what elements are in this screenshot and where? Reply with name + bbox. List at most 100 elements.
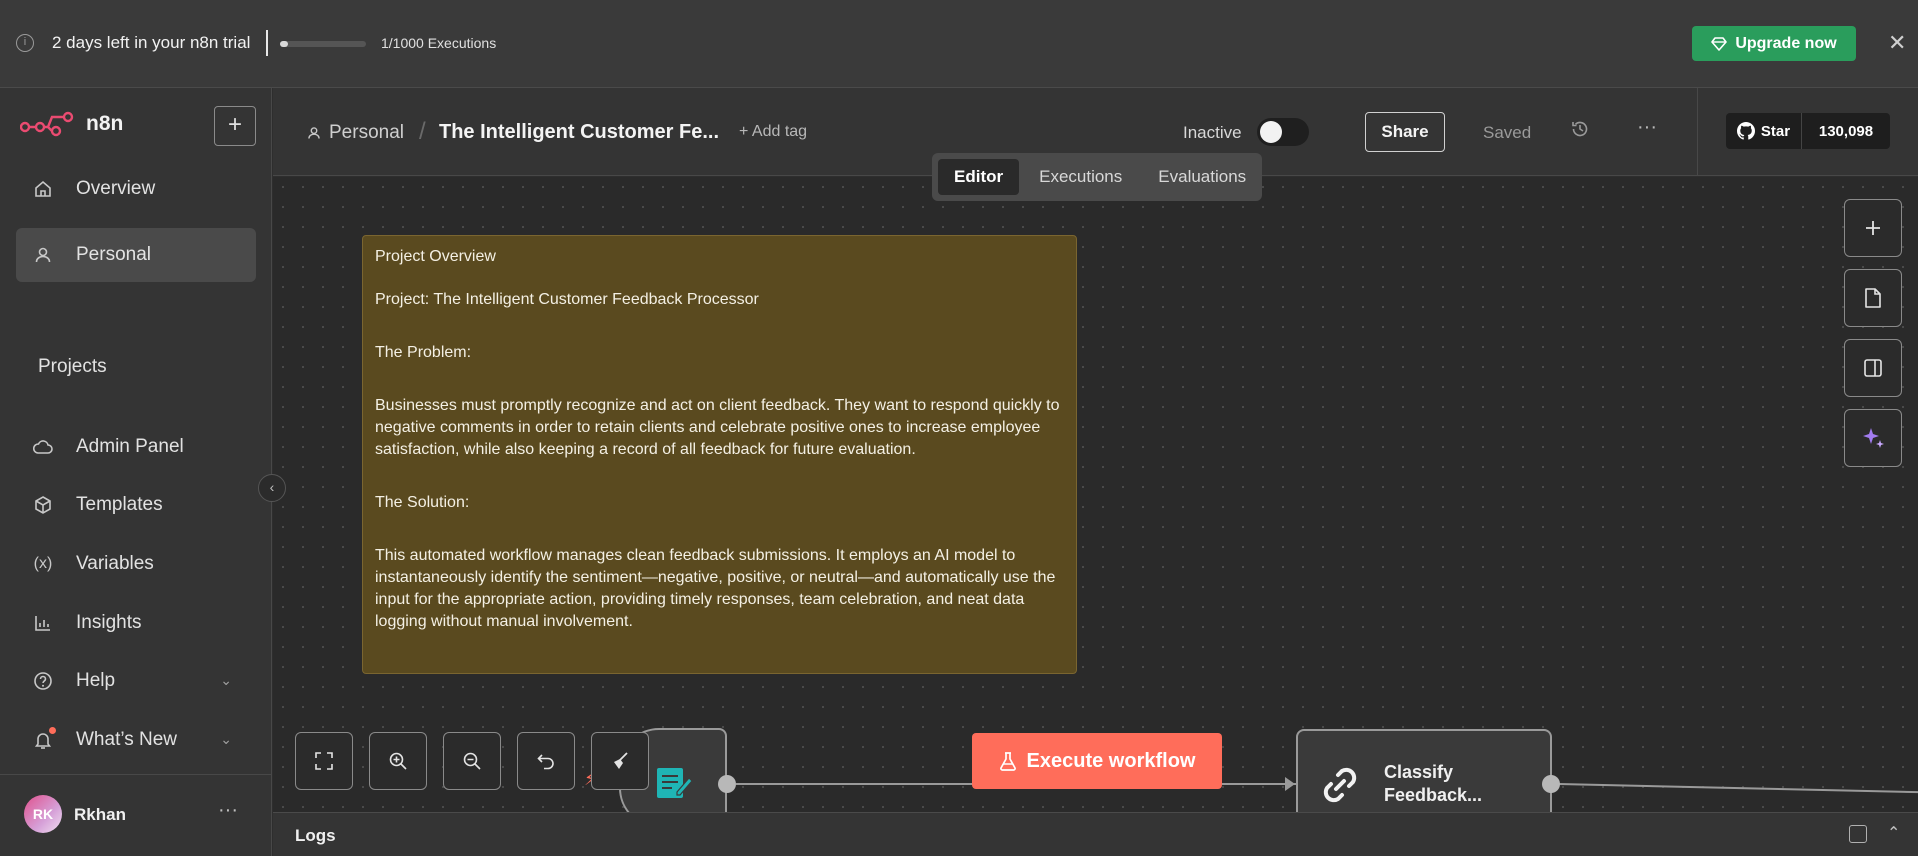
github-icon xyxy=(1736,122,1755,140)
github-star-button[interactable]: Star 130,098 xyxy=(1726,113,1890,149)
fit-view-icon xyxy=(315,752,333,770)
notification-dot xyxy=(49,727,56,734)
sidebar-item-variables[interactable]: (x) Variables xyxy=(16,537,256,591)
chevron-up-icon[interactable]: ⌃ xyxy=(1887,823,1900,843)
user-icon xyxy=(308,127,320,139)
sticky-note[interactable]: Project Overview Project: The Intelligen… xyxy=(362,235,1077,674)
create-new-button[interactable]: + xyxy=(214,106,256,146)
sidebar-item-label: Help xyxy=(76,670,116,691)
tab-editor[interactable]: Editor xyxy=(938,159,1020,195)
tab-evaluations[interactable]: Evaluations xyxy=(1142,159,1262,195)
input-arrow xyxy=(1285,777,1295,791)
more-options-icon[interactable]: ··· xyxy=(1637,116,1657,139)
sidebar-item-label: Overview xyxy=(76,178,156,199)
sidebar-item-whats-new[interactable]: What’s New ⌄ xyxy=(16,713,256,767)
sticky-project-line: Project: The Intelligent Customer Feedba… xyxy=(375,291,759,308)
github-star-count: 130,098 xyxy=(1818,122,1874,140)
logs-label: Logs xyxy=(295,826,336,845)
help-icon xyxy=(32,670,54,692)
canvas-tools xyxy=(1844,199,1902,467)
projects-heading: Projects xyxy=(38,356,107,377)
add-tag-button[interactable]: + Add tag xyxy=(739,123,807,141)
toggle-panel-button[interactable] xyxy=(1844,339,1902,397)
workflow-canvas[interactable]: Project Overview Project: The Intelligen… xyxy=(273,177,1918,812)
breadcrumb-project-label: Personal xyxy=(329,122,404,143)
sticky-heading: Project Overview xyxy=(375,248,496,265)
ai-assistant-button[interactable] xyxy=(1844,409,1902,467)
reset-zoom-button[interactable] xyxy=(517,732,575,790)
sidebar-item-label: Templates xyxy=(76,494,163,515)
share-button[interactable]: Share xyxy=(1365,112,1445,152)
sidebar: n8n + Overview Personal Projects Admin P… xyxy=(0,88,272,856)
history-icon[interactable] xyxy=(1570,119,1590,145)
sticky-problem-text: Businesses must promptly recognize and a… xyxy=(375,397,1060,458)
view-tabs: Editor Executions Evaluations xyxy=(932,153,1262,201)
panel-icon xyxy=(1864,359,1882,377)
sticky-solution-text: This automated workflow manages clean fe… xyxy=(375,547,1056,630)
collapse-sidebar-button[interactable]: ‹ xyxy=(258,474,286,502)
zoom-in-button[interactable] xyxy=(369,732,427,790)
executions-count: 1/1000 Executions xyxy=(381,35,497,51)
link-icon xyxy=(1323,767,1357,803)
trial-text: 2 days left in your n8n trial xyxy=(52,33,251,52)
saved-status: Saved xyxy=(1483,123,1532,142)
sidebar-item-label: What’s New xyxy=(76,729,178,750)
breadcrumb-separator: / xyxy=(419,118,426,145)
user-name: Rkhan xyxy=(74,805,126,824)
sidebar-item-admin-panel[interactable]: Admin Panel xyxy=(16,420,256,474)
output-handle[interactable] xyxy=(1542,775,1560,793)
sidebar-item-label: Insights xyxy=(76,612,142,633)
undo-icon xyxy=(537,754,554,770)
n8n-logo[interactable]: n8n xyxy=(20,110,123,138)
variable-icon: (x) xyxy=(33,555,53,572)
trial-banner: i 2 days left in your n8n trial 1/1000 E… xyxy=(0,0,1918,88)
popout-icon[interactable] xyxy=(1849,825,1867,843)
avatar[interactable]: RK xyxy=(24,795,62,833)
form-icon xyxy=(657,768,693,798)
sidebar-item-overview[interactable]: Overview xyxy=(16,162,256,216)
tab-executions[interactable]: Executions xyxy=(1023,159,1138,195)
close-banner-icon[interactable]: ✕ xyxy=(1888,30,1906,56)
cloud-icon xyxy=(32,436,54,458)
breadcrumb-project[interactable]: Personal xyxy=(307,122,404,144)
sidebar-item-help[interactable]: Help ⌄ xyxy=(16,654,256,708)
connection-line xyxy=(1558,783,1918,794)
zoom-out-button[interactable] xyxy=(443,732,501,790)
chevron-down-icon: ⌄ xyxy=(220,731,232,747)
user-icon xyxy=(32,244,54,266)
banner-divider xyxy=(266,30,268,56)
user-menu-icon[interactable]: ··· xyxy=(218,799,238,822)
diamond-icon xyxy=(1711,36,1728,51)
tidy-up-button[interactable] xyxy=(591,732,649,790)
active-toggle[interactable] xyxy=(1257,118,1309,146)
github-star-label: Star xyxy=(1760,122,1791,140)
add-sticky-button[interactable] xyxy=(1844,269,1902,327)
toggle-knob xyxy=(1260,121,1282,143)
sparkle-icon xyxy=(1863,428,1884,448)
logs-panel[interactable]: Logs ⌃ xyxy=(273,812,1918,856)
node-label: Classify Feedback... xyxy=(1384,762,1483,805)
sidebar-item-personal[interactable]: Personal xyxy=(16,228,256,282)
output-handle[interactable] xyxy=(718,775,736,793)
workflow-title[interactable]: The Intelligent Customer Fe... xyxy=(439,121,719,144)
executions-progress-fill xyxy=(280,41,288,47)
home-icon xyxy=(32,178,54,200)
canvas-controls xyxy=(295,732,649,790)
fit-view-button[interactable] xyxy=(295,732,353,790)
execute-workflow-label: Execute workflow xyxy=(1026,749,1196,772)
classify-feedback-node[interactable]: Classify Feedback... xyxy=(1296,729,1552,812)
n8n-logo-icon xyxy=(20,111,74,137)
sidebar-item-templates[interactable]: Templates xyxy=(16,478,256,532)
chevron-down-icon: ⌄ xyxy=(220,672,232,688)
zoom-in-icon xyxy=(389,752,407,770)
sidebar-item-insights[interactable]: Insights xyxy=(16,596,256,650)
sidebar-item-label: Variables xyxy=(76,553,154,574)
execute-workflow-button[interactable]: Execute workflow xyxy=(972,733,1222,789)
chart-icon xyxy=(32,612,54,634)
flask-icon xyxy=(999,752,1016,771)
upgrade-now-button[interactable]: Upgrade now xyxy=(1692,26,1856,61)
add-node-button[interactable] xyxy=(1844,199,1902,257)
bell-icon xyxy=(32,727,56,751)
logo-text: n8n xyxy=(86,112,124,135)
broom-icon xyxy=(614,752,628,769)
